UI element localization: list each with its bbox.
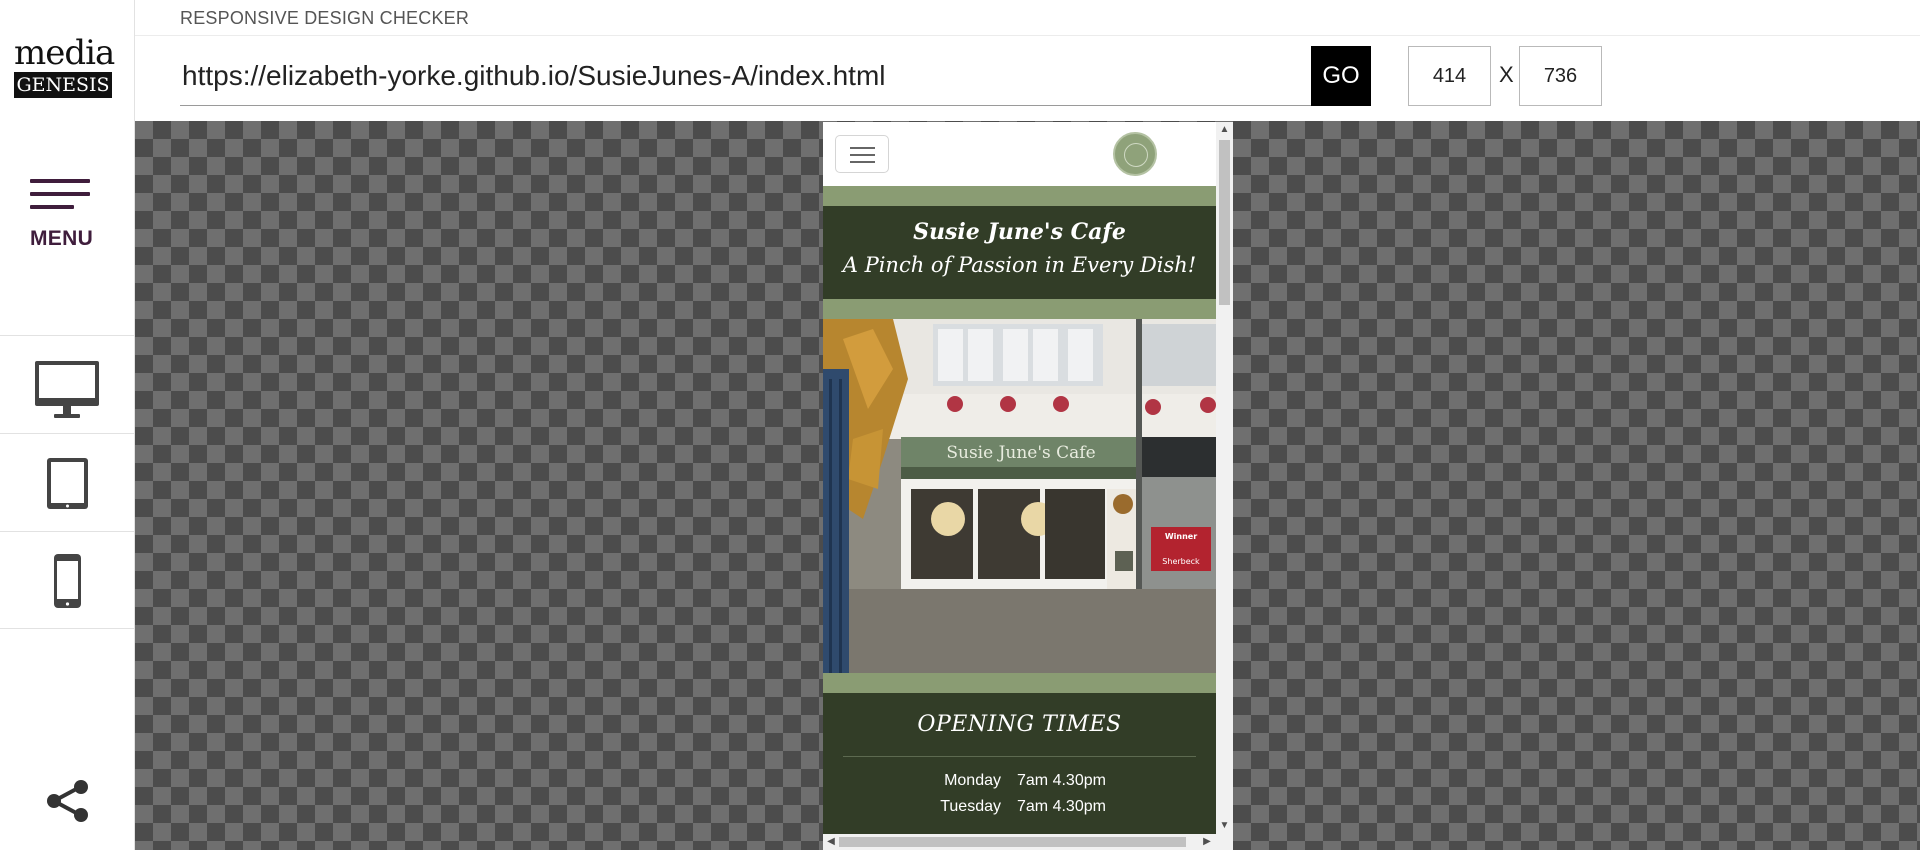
width-input[interactable] [1408,46,1491,106]
sidebar: media GENESIS MENU [0,0,135,850]
hamburger-menu-icon [30,179,90,211]
opening-times-title: OPENING TIMES [917,712,1122,737]
site-title: Susie June's Cafe [913,219,1126,245]
scroll-left-arrow-icon[interactable]: ◀ [823,834,839,850]
scroll-down-arrow-icon[interactable]: ▼ [1216,818,1233,834]
tablet-view-button[interactable] [0,433,135,531]
go-button[interactable]: GO [1311,46,1371,106]
sage-band [823,299,1216,319]
desktop-monitor-icon [35,361,99,418]
vertical-scrollbar[interactable]: ▲ ▼ [1216,122,1233,834]
cafe-logo[interactable] [1113,132,1157,176]
site-tagline: A Pinch of Passion in Every Dish! [842,253,1197,277]
hours-time: 7am 4.30pm [1017,772,1106,789]
opening-times-divider [843,756,1196,757]
scroll-up-arrow-icon[interactable]: ▲ [1216,122,1233,138]
hours-time: 7am 4.30pm [1017,798,1106,815]
poster-sherbeck-text: Sherbeck [1162,557,1200,566]
sage-band [823,673,1216,693]
desktop-view-button[interactable] [0,335,135,433]
share-icon [47,780,88,822]
menu-button[interactable]: MENU [0,175,135,255]
vertical-scroll-thumb[interactable] [1219,140,1230,305]
sage-band [823,186,1216,206]
site-navbar [823,122,1216,186]
url-input[interactable] [180,46,1312,106]
cafe-storefront-photo: Susie June's Cafe Winner Sherbeck [823,319,1216,673]
horizontal-scrollbar[interactable]: ◀ ▶ [823,834,1233,850]
header: RESPONSIVE DESIGN CHECKER GO X [135,0,1920,121]
height-input[interactable] [1519,46,1602,106]
site-hero: Susie June's Cafe A Pinch of Passion in … [823,206,1216,299]
storefront-sign-text: Susie June's Cafe [946,443,1095,463]
preview-website: Susie June's Cafe A Pinch of Passion in … [823,122,1216,834]
site-hamburger-menu-icon[interactable] [835,135,889,173]
winner-poster-text: Winner [1165,532,1197,541]
app-title: RESPONSIVE DESIGN CHECKER [180,8,470,28]
horizontal-scroll-thumb[interactable] [839,837,1186,847]
tablet-icon [47,458,88,509]
hours-day: Monday [944,772,1001,789]
mobile-phone-icon [54,554,81,608]
menu-label: MENU [30,227,94,250]
logo-line-genesis: GENESIS [14,72,112,98]
dimension-separator: X [1499,62,1514,87]
device-preview-frame[interactable]: Susie June's Cafe A Pinch of Passion in … [823,122,1233,850]
share-button[interactable] [44,778,92,824]
header-divider [135,35,1920,36]
opening-times-section: OPENING TIMES Monday 7am 4.30pm Tuesday … [823,693,1216,834]
hours-day: Tuesday [940,798,1001,815]
mobile-view-button[interactable] [0,531,135,629]
scroll-right-arrow-icon[interactable]: ▶ [1199,834,1215,850]
media-genesis-logo[interactable]: media GENESIS [14,33,115,98]
logo-line-media: media [14,33,115,73]
